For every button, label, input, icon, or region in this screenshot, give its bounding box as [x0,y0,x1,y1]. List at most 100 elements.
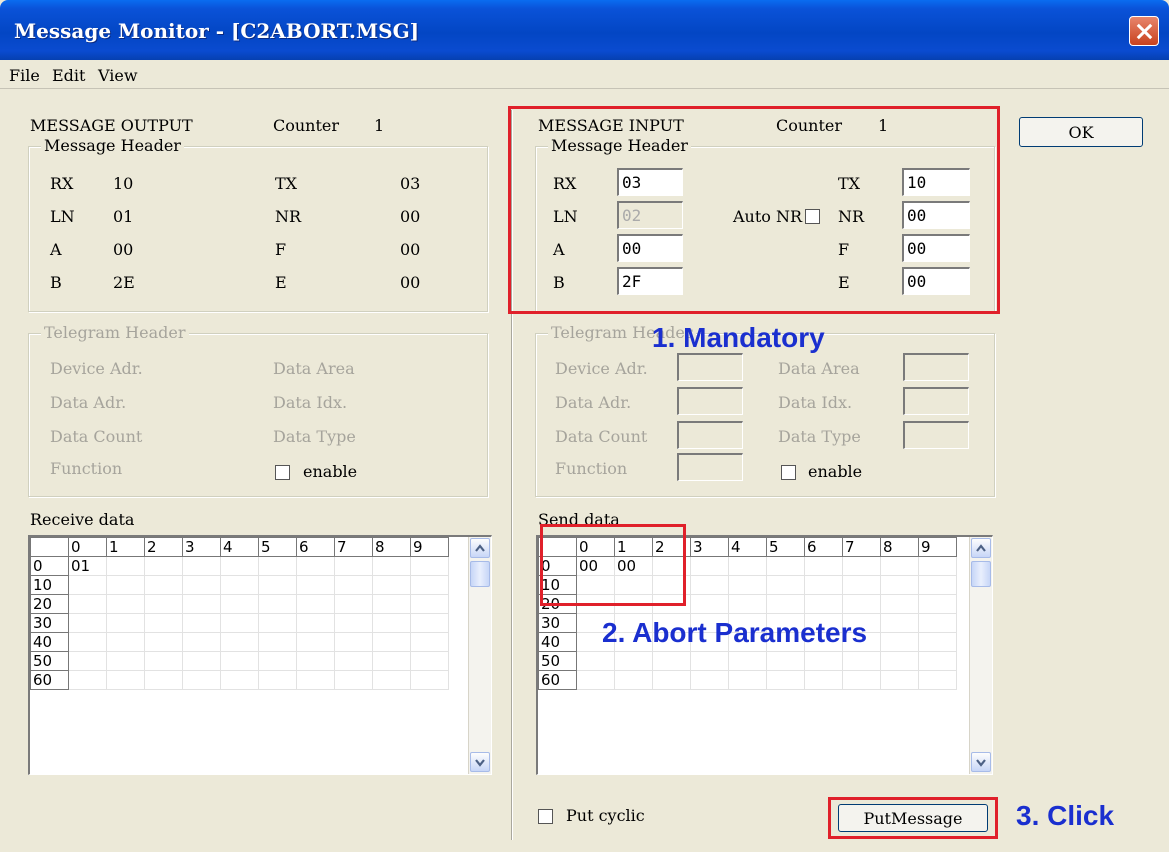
receive-grid-cell[interactable] [410,670,449,690]
send-grid-cell[interactable] [728,670,767,690]
send-grid-cell[interactable] [804,575,843,595]
receive-grid-cell[interactable] [334,632,373,652]
send-grid-cell[interactable] [652,651,691,671]
send-grid-cell[interactable] [918,651,957,671]
receive-grid-cell[interactable] [296,556,335,576]
send-grid-cell[interactable] [918,613,957,633]
send-grid-cell[interactable] [690,556,729,576]
close-icon[interactable] [1129,16,1159,46]
send-grid-cell[interactable] [804,556,843,576]
send-grid-cell[interactable] [880,594,919,614]
receive-grid-cell[interactable] [334,575,373,595]
send-grid-cell[interactable] [804,594,843,614]
send-grid-scrollbar[interactable] [969,537,992,774]
receive-grid-cell[interactable] [68,670,107,690]
receive-grid-cell[interactable] [106,651,145,671]
receive-grid-cell[interactable] [182,632,221,652]
send-grid-cell[interactable] [652,670,691,690]
send-grid-cell[interactable] [842,556,881,576]
receive-grid-cell[interactable] [410,651,449,671]
receive-grid-cell[interactable] [144,651,183,671]
send-grid-cell[interactable] [728,556,767,576]
output-enable-checkbox[interactable] [275,465,290,480]
send-grid-cell[interactable] [880,632,919,652]
receive-grid-cell[interactable] [258,594,297,614]
receive-grid-cell[interactable] [372,613,411,633]
send-grid-cell[interactable] [728,575,767,595]
receive-grid-cell[interactable] [182,651,221,671]
send-grid-cell[interactable] [880,651,919,671]
send-grid-cell[interactable] [918,556,957,576]
send-grid-cell[interactable] [576,651,615,671]
receive-grid-cell[interactable] [372,651,411,671]
send-grid-cell[interactable] [880,575,919,595]
send-grid-cell[interactable] [804,670,843,690]
receive-grid-cell[interactable] [296,575,335,595]
send-grid-cell[interactable] [766,575,805,595]
receive-grid-cell[interactable] [68,594,107,614]
receive-grid-cell[interactable] [410,613,449,633]
receive-grid-cell[interactable] [182,670,221,690]
receive-grid-cell[interactable] [182,613,221,633]
send-grid-cell[interactable] [766,670,805,690]
send-grid-cell[interactable] [880,670,919,690]
send-grid-cell[interactable] [690,670,729,690]
receive-grid-cell[interactable] [220,575,259,595]
receive-grid-cell[interactable]: 01 [68,556,107,576]
receive-grid-cell[interactable] [220,556,259,576]
send-grid-cell[interactable] [690,594,729,614]
receive-grid-cell[interactable] [258,613,297,633]
receive-grid-cell[interactable] [296,594,335,614]
put-cyclic-checkbox[interactable] [538,809,553,824]
send-grid-cell[interactable] [690,575,729,595]
receive-grid-cell[interactable] [220,632,259,652]
send-grid-cell[interactable] [766,556,805,576]
receive-grid-cell[interactable] [144,670,183,690]
ok-button[interactable]: OK [1019,117,1143,147]
receive-grid-cell[interactable] [68,632,107,652]
send-grid-cell[interactable] [918,575,957,595]
send-grid-cell[interactable] [728,594,767,614]
scroll-up-icon[interactable] [470,538,490,558]
input-enable-checkbox[interactable] [781,465,796,480]
receive-grid-cell[interactable] [334,594,373,614]
receive-grid-cell[interactable] [106,575,145,595]
receive-grid-cell[interactable] [106,670,145,690]
send-grid-cell[interactable] [880,613,919,633]
scroll-thumb[interactable] [971,561,991,587]
receive-grid-cell[interactable] [258,556,297,576]
send-grid-cell[interactable] [918,670,957,690]
receive-grid-cell[interactable] [410,632,449,652]
receive-grid-cell[interactable] [182,594,221,614]
receive-grid-cell[interactable] [334,556,373,576]
receive-grid-cell[interactable] [220,594,259,614]
menu-edit[interactable]: Edit [52,66,85,85]
scroll-down-icon[interactable] [470,752,490,772]
receive-grid-cell[interactable] [144,575,183,595]
receive-grid-cell[interactable] [68,613,107,633]
receive-grid-cell[interactable] [258,651,297,671]
send-grid-cell[interactable] [842,594,881,614]
receive-grid-cell[interactable] [372,556,411,576]
receive-grid-cell[interactable] [220,670,259,690]
receive-grid-cell[interactable] [372,632,411,652]
send-grid-cell[interactable] [918,594,957,614]
receive-grid-cell[interactable] [296,670,335,690]
title-bar[interactable]: Message Monitor - [C2ABORT.MSG] [0,0,1169,60]
receive-grid-cell[interactable] [334,651,373,671]
receive-grid-cell[interactable] [296,651,335,671]
send-grid-cell[interactable] [766,651,805,671]
receive-grid-cell[interactable] [410,594,449,614]
send-grid-cell[interactable] [728,651,767,671]
receive-grid-cell[interactable] [372,670,411,690]
receive-grid-cell[interactable] [182,556,221,576]
receive-grid-cell[interactable] [144,556,183,576]
receive-grid-cell[interactable] [410,575,449,595]
receive-grid-cell[interactable] [68,651,107,671]
receive-data-grid[interactable]: 0 1 2 3 4 5 6 7 8 9 0 01 10 20 30 40 50 60 [28,535,492,775]
send-grid-cell[interactable] [690,651,729,671]
receive-grid-cell[interactable] [182,575,221,595]
receive-grid-scrollbar[interactable] [468,537,491,774]
send-grid-cell[interactable] [880,556,919,576]
receive-grid-cell[interactable] [106,632,145,652]
